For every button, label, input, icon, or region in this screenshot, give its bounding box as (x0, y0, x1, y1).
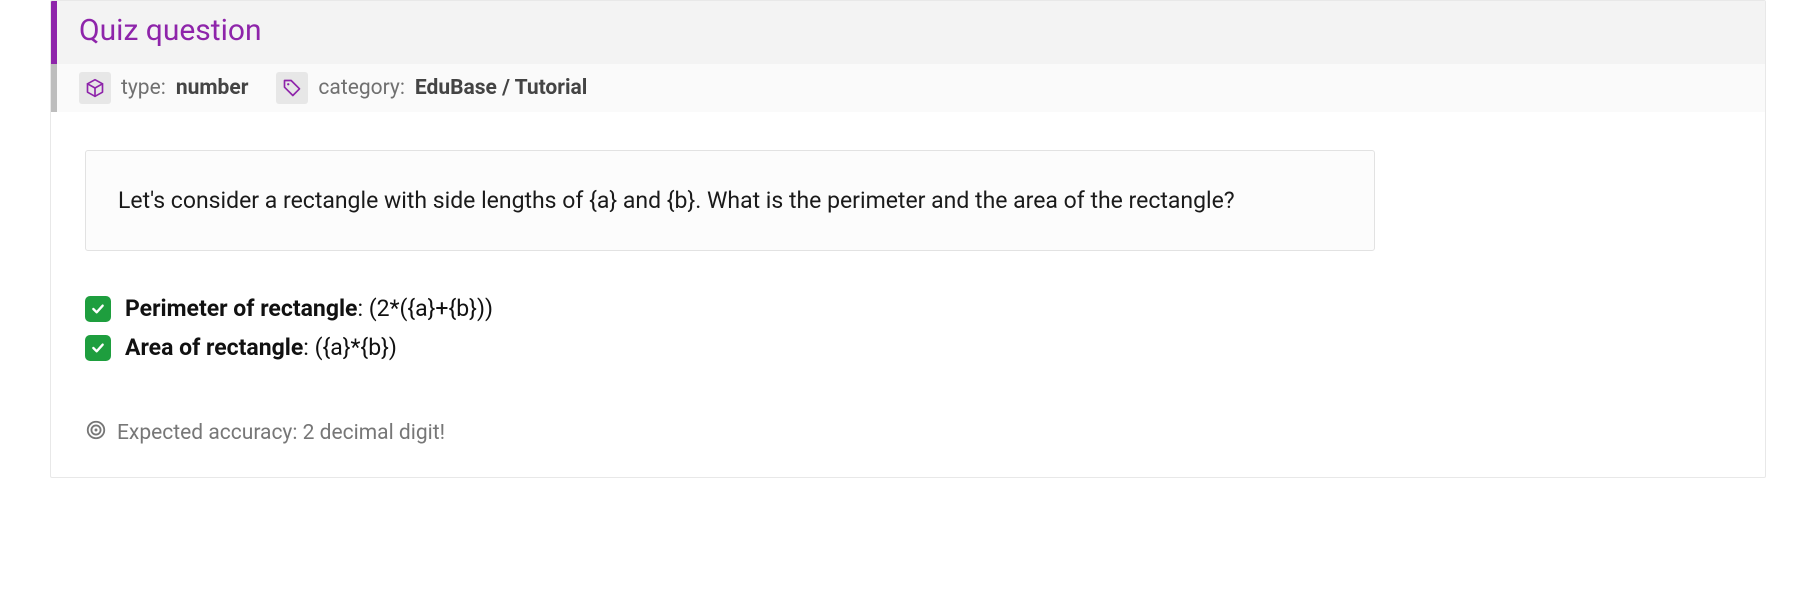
answer-value: (2*({a}+{b})) (369, 295, 493, 322)
panel-title: Quiz question (79, 11, 1743, 50)
meta-row: type: number category: EduBase / Tutoria… (51, 64, 1765, 112)
accuracy-note: Expected accuracy: 2 decimal digit! (85, 419, 1765, 447)
panel-header: Quiz question (51, 1, 1765, 64)
answer-text: Area of rectangle: ({a}*{b}) (125, 334, 397, 361)
answer-label: Perimeter of rectangle (125, 295, 357, 322)
question-text: Let's consider a rectangle with side len… (85, 150, 1375, 251)
target-icon (85, 419, 107, 447)
answer-label: Area of rectangle (125, 334, 303, 361)
panel-body: Let's consider a rectangle with side len… (51, 112, 1765, 477)
answers-list: Perimeter of rectangle: (2*({a}+{b})) Ar… (85, 295, 1765, 361)
accuracy-text: Expected accuracy: 2 decimal digit! (117, 421, 445, 445)
meta-type-value: number (176, 76, 249, 100)
answer-row: Area of rectangle: ({a}*{b}) (85, 334, 1765, 361)
meta-type-label: type: (121, 76, 166, 100)
check-icon (85, 296, 111, 322)
meta-type: type: number (79, 72, 248, 104)
check-icon (85, 335, 111, 361)
quiz-panel: Quiz question type: number (50, 0, 1766, 478)
meta-category-label: category: (318, 76, 405, 100)
answer-row: Perimeter of rectangle: (2*({a}+{b})) (85, 295, 1765, 322)
answer-value: ({a}*{b}) (315, 334, 397, 361)
tags-icon (276, 72, 308, 104)
cube-icon (79, 72, 111, 104)
meta-category-value: EduBase / Tutorial (415, 76, 587, 100)
meta-category: category: EduBase / Tutorial (276, 72, 587, 104)
answer-text: Perimeter of rectangle: (2*({a}+{b})) (125, 295, 493, 322)
